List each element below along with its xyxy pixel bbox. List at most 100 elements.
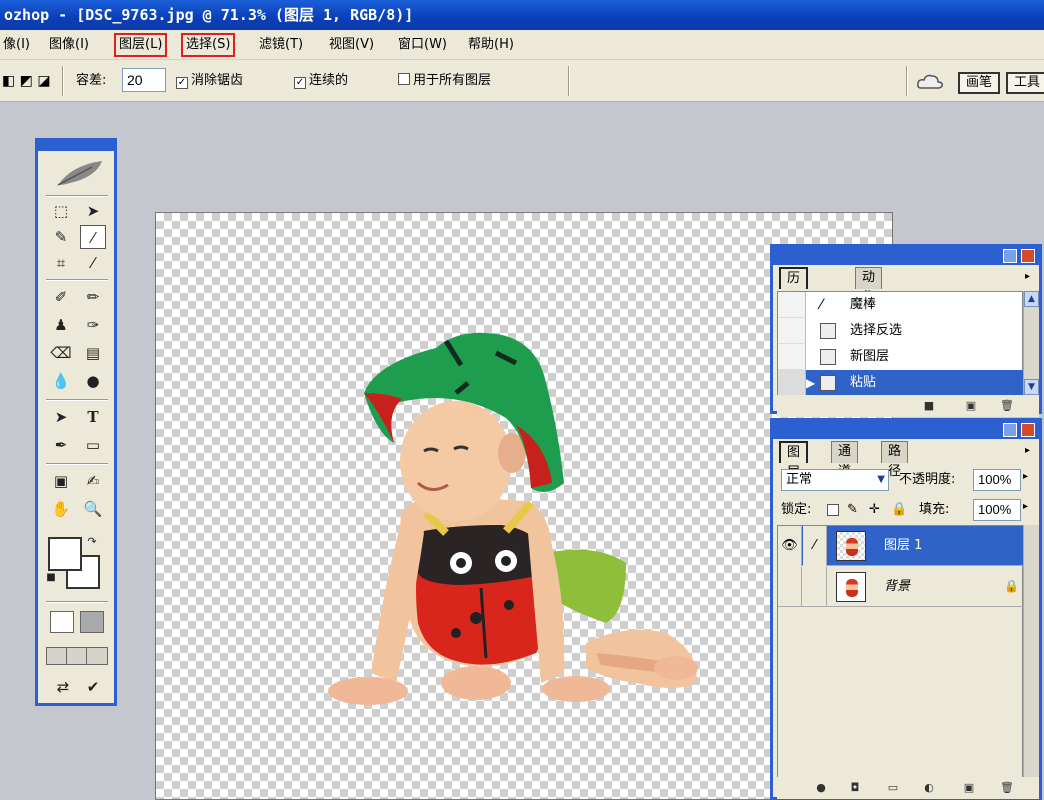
history-item[interactable]: ▶ 粘贴 xyxy=(778,370,1024,396)
menu-view[interactable]: 视图(V) xyxy=(326,33,377,57)
blur-icon[interactable]: 💧 xyxy=(48,369,74,393)
new-layer-icon[interactable]: ▣ xyxy=(961,781,977,795)
healing-brush-icon[interactable]: ✐ xyxy=(48,285,74,309)
notes-icon[interactable]: ▣ xyxy=(48,469,74,493)
contiguous-checkbox[interactable]: ✓ 连续的 xyxy=(294,71,348,91)
menu-help[interactable]: 帮助(H) xyxy=(465,33,517,57)
history-panel: 历史记录 动作 ▸ ⁄ 魔棒 选择反选 新图层 ▶ 粘贴 ▲ ▼ ■ xyxy=(770,244,1042,417)
standard-mode-icon[interactable] xyxy=(50,611,74,633)
zoom-icon[interactable]: 🔍 xyxy=(80,497,106,521)
feather-logo-icon xyxy=(57,161,102,186)
opacity-input[interactable]: 100% xyxy=(973,469,1021,491)
minimize-icon[interactable] xyxy=(1003,249,1017,263)
layer-row[interactable]: 👁 ⁄ 图层 1 xyxy=(778,526,1024,566)
layers-footer: ● ◘ ▭ ◐ ▣ 🗑 xyxy=(777,777,1039,799)
history-scrollbar[interactable]: ▲ ▼ xyxy=(1023,291,1039,395)
lock-all-icon[interactable]: 🔒 xyxy=(891,499,907,521)
move-icon[interactable]: ➤ xyxy=(80,199,106,223)
foreground-color-swatch[interactable] xyxy=(48,537,82,571)
tab-history[interactable]: 历史记录 xyxy=(779,267,809,346)
divider xyxy=(62,66,64,96)
new-document-from-state-icon[interactable]: ■ xyxy=(921,399,937,413)
adjustment-layer-icon[interactable]: ◐ xyxy=(921,781,937,795)
history-item[interactable]: ⁄ 魔棒 xyxy=(778,292,1024,318)
trash-icon[interactable]: 🗑 xyxy=(999,781,1015,795)
menu-layer[interactable]: 图层(L) xyxy=(114,33,168,57)
all-layers-checkbox[interactable]: 用于所有图层 xyxy=(398,71,491,91)
layers-panel-titlebar[interactable] xyxy=(773,421,1039,439)
snapshot-icon[interactable]: ▣ xyxy=(963,399,979,413)
antialias-checkbox[interactable]: ✓ 消除锯齿 xyxy=(176,71,243,91)
tab-channels[interactable]: 通道 xyxy=(831,441,859,479)
panel-menu-icon[interactable]: ▸ xyxy=(1025,271,1030,282)
screen-mode-standard-icon[interactable] xyxy=(46,647,68,665)
lock-position-icon[interactable]: ✛ xyxy=(869,499,880,521)
slice-icon[interactable]: ⁄ xyxy=(80,251,106,275)
minimize-icon[interactable] xyxy=(1003,423,1017,437)
close-icon[interactable] xyxy=(1021,423,1035,437)
brush-link-icon[interactable]: ⁄ xyxy=(803,526,827,566)
tab-paths[interactable]: 路径 xyxy=(881,441,909,479)
blend-mode-select[interactable]: 正常 ▼ xyxy=(781,469,889,491)
swap-colors-icon[interactable]: ↷ xyxy=(84,535,100,549)
path-select-icon[interactable]: ➤ xyxy=(48,405,74,429)
crop-icon[interactable]: ⌗ xyxy=(48,251,74,275)
menu-bar: 像(I) 图像(I) 图层(L) 选择(S) 滤镜(T) 视图(V) 窗口(W)… xyxy=(0,30,1044,60)
history-item[interactable]: 选择反选 xyxy=(778,318,1024,344)
lasso-icon[interactable]: ✎ xyxy=(48,225,74,249)
eyedropper-icon[interactable]: ✍ xyxy=(80,469,106,493)
scroll-down-icon[interactable]: ▼ xyxy=(1024,379,1039,395)
shape-icon[interactable]: ▭ xyxy=(80,433,106,457)
clone-stamp-icon[interactable]: ♟ xyxy=(48,313,74,337)
type-icon[interactable]: T xyxy=(80,405,106,429)
eraser-icon[interactable]: ⌫ xyxy=(48,341,74,365)
layer-row[interactable]: 背景 🔒 xyxy=(778,567,1024,607)
new-set-icon[interactable]: ▭ xyxy=(885,781,901,795)
lock-pixels-icon[interactable]: ✎ xyxy=(847,499,858,521)
toolbox-grip[interactable] xyxy=(38,141,114,151)
trash-icon[interactable]: 🗑 xyxy=(999,399,1015,413)
eye-toggle-empty[interactable] xyxy=(778,567,802,607)
magic-wand-icon[interactable]: ⁄ xyxy=(80,225,106,249)
tab-layers[interactable]: 图层 xyxy=(779,441,809,480)
screen-mode-full-icon[interactable] xyxy=(86,647,108,665)
brushes-tab[interactable]: 画笔 xyxy=(958,72,1001,94)
tool-presets-tab[interactable]: 工具 xyxy=(1006,72,1044,94)
menu-image[interactable]: 图像(I) xyxy=(46,33,92,57)
hand-icon[interactable]: ✋ xyxy=(48,497,74,521)
history-panel-titlebar[interactable] xyxy=(773,247,1039,265)
pen-icon[interactable]: ✒ xyxy=(48,433,74,457)
lock-transparency-icon[interactable] xyxy=(827,504,839,516)
jump-to-imageready-icon[interactable]: ⇄ xyxy=(48,675,78,699)
screen-mode-full-menu-icon[interactable] xyxy=(66,647,88,665)
gradient-icon[interactable]: ▤ xyxy=(80,341,106,365)
history-brush-icon[interactable]: ✑ xyxy=(80,313,106,337)
fill-input[interactable]: 100% xyxy=(973,499,1021,521)
menu-filter[interactable]: 滤镜(T) xyxy=(256,33,306,57)
selection-mode-icons[interactable]: ◧ ◩ ◪ xyxy=(2,71,51,91)
menu-window[interactable]: 窗口(W) xyxy=(395,33,450,57)
document-icon xyxy=(820,375,836,391)
default-colors-icon[interactable]: ■ xyxy=(44,571,58,585)
history-item[interactable]: 新图层 xyxy=(778,344,1024,370)
panel-menu-icon[interactable]: ▸ xyxy=(1025,445,1030,456)
tab-actions[interactable]: 动作 xyxy=(855,267,883,305)
link-toggle-empty[interactable] xyxy=(803,567,827,607)
cloud-icon[interactable] xyxy=(916,72,944,92)
layer-style-icon[interactable]: ● xyxy=(813,781,829,795)
close-icon[interactable] xyxy=(1021,249,1035,263)
opacity-slider-icon[interactable]: ▸ xyxy=(1023,471,1028,482)
quick-mask-icon[interactable] xyxy=(80,611,104,633)
check-icon[interactable]: ✔ xyxy=(80,675,106,699)
dodge-icon[interactable]: ● xyxy=(80,369,106,393)
layers-scrollbar[interactable] xyxy=(1023,525,1039,779)
tolerance-input[interactable] xyxy=(122,68,166,92)
scroll-up-icon[interactable]: ▲ xyxy=(1024,291,1039,307)
fill-slider-icon[interactable]: ▸ xyxy=(1023,501,1028,512)
menu-select[interactable]: 选择(S) xyxy=(181,33,236,57)
brush-icon[interactable]: ✏ xyxy=(80,285,106,309)
marquee-icon[interactable]: ⬚ xyxy=(48,199,74,223)
layer-mask-icon[interactable]: ◘ xyxy=(847,781,863,795)
eye-icon[interactable]: 👁 xyxy=(778,526,802,566)
menu-prev[interactable]: 像(I) xyxy=(0,33,33,57)
